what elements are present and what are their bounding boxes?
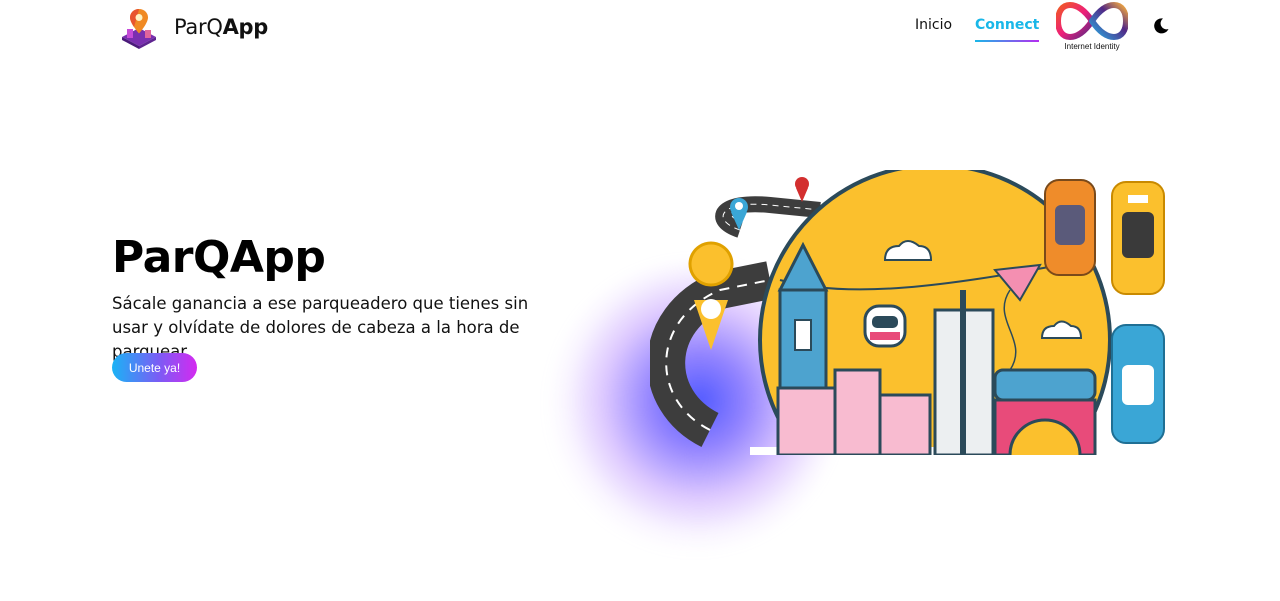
parking-map-pin-logo: [122, 9, 156, 49]
top-navbar: ParQApp Inicio Connect Internet Identity: [0, 0, 1280, 56]
brand-name-regular: ParQ: [174, 15, 223, 39]
page: ParQApp Inicio Connect Internet Identity…: [0, 0, 1280, 601]
nav-link-connect[interactable]: Connect: [975, 17, 1040, 42]
brand-link[interactable]: ParQApp: [118, 5, 268, 49]
nav-link-inicio[interactable]: Inicio: [915, 17, 952, 33]
brand-name: ParQApp: [174, 15, 268, 39]
infinity-logo: [1056, 1, 1128, 41]
moon-icon: [1154, 18, 1169, 34]
brand-name-bold: App: [222, 15, 269, 39]
theme-toggle-button[interactable]: [1152, 17, 1170, 35]
city-parking-illustration: [650, 170, 1165, 455]
join-button[interactable]: Unete ya!: [112, 353, 197, 382]
hero-title: ParQApp: [112, 232, 326, 283]
internet-identity-button[interactable]: Internet Identity: [1054, 1, 1130, 53]
internet-identity-label: Internet Identity: [1064, 42, 1120, 51]
